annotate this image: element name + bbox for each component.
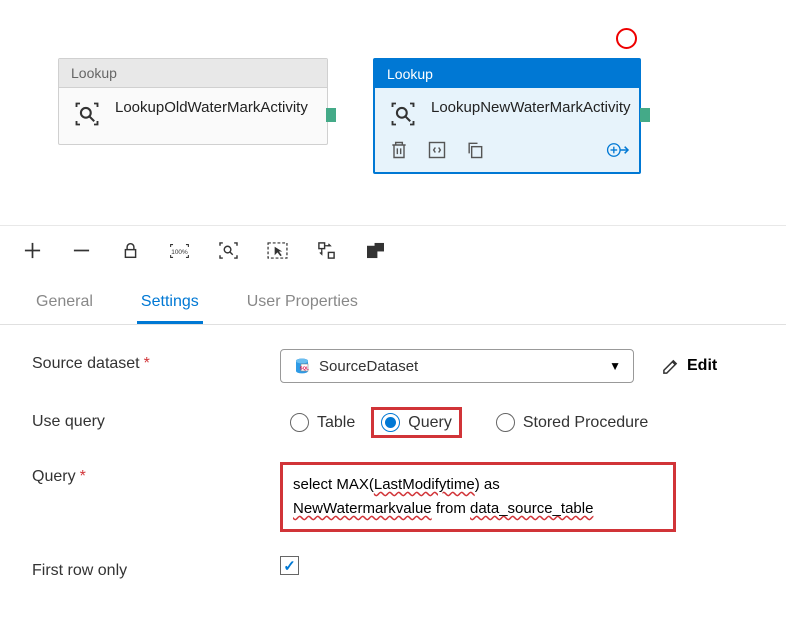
settings-panel: Source dataset* SQL SourceDataset ▼ Edit… [0,325,786,604]
source-dataset-value: SourceDataset [319,358,609,375]
minimap-icon[interactable] [365,240,386,261]
radio-table-label: Table [317,414,355,432]
radio-query-label: Query [408,414,452,432]
zoom-100-icon[interactable]: 100% [169,240,190,261]
source-dataset-label: Source dataset [32,355,140,372]
activity-lookup-newwatermark[interactable]: Lookup LookupNewWaterMarkActivity [373,58,641,174]
lock-icon[interactable] [120,240,141,261]
use-query-radio-group: Table Query Stored Procedure [280,407,658,438]
chevron-down-icon: ▼ [609,359,621,373]
edit-label: Edit [687,357,717,375]
tab-settings[interactable]: Settings [137,283,203,324]
add-next-icon[interactable] [605,140,625,160]
zoom-out-icon[interactable] [71,240,92,261]
zoom-in-icon[interactable] [22,240,43,261]
pencil-icon [662,358,679,375]
canvas-toolbar: 100% [0,225,786,275]
required-indicator: * [144,355,150,372]
use-query-label: Use query [32,407,280,431]
radio-icon [381,413,400,432]
checkmark-icon: ✓ [283,557,296,575]
activity-lookup-oldwatermark[interactable]: Lookup LookupOldWaterMarkActivity [58,58,328,145]
query-textarea[interactable]: select MAX(LastModifytime) as NewWaterma… [280,462,676,532]
highlight-circle [616,28,637,49]
activity-name: LookupNewWaterMarkActivity [431,98,631,118]
lookup-icon [389,100,417,128]
connector-output[interactable] [326,108,336,122]
sql-db-icon: SQL [293,357,311,375]
code-icon[interactable] [427,140,447,160]
copy-icon[interactable] [465,140,485,160]
first-row-only-checkbox[interactable]: ✓ [280,556,299,575]
edit-dataset-link[interactable]: Edit [662,357,717,375]
delete-icon[interactable] [389,140,409,160]
lookup-icon [73,100,101,128]
radio-stored-procedure[interactable]: Stored Procedure [486,407,658,438]
source-dataset-dropdown[interactable]: SQL SourceDataset ▼ [280,349,634,383]
radio-table[interactable]: Table [280,407,365,438]
tab-user-properties[interactable]: User Properties [243,283,362,324]
radio-icon [290,413,309,432]
required-indicator: * [80,468,86,485]
first-row-only-label: First row only [32,556,280,580]
radio-icon [496,413,515,432]
tab-general[interactable]: General [32,283,97,324]
activity-name: LookupOldWaterMarkActivity [115,98,308,118]
fit-to-screen-icon[interactable] [218,240,239,261]
activity-type-label: Lookup [59,59,327,88]
svg-text:SQL: SQL [300,366,310,371]
query-label: Query [32,468,76,485]
property-tabs: General Settings User Properties [0,275,786,325]
pipeline-canvas[interactable]: Lookup LookupOldWaterMarkActivity Lookup… [0,0,786,225]
radio-query[interactable]: Query [371,407,462,438]
radio-sp-label: Stored Procedure [523,414,648,432]
activity-type-label: Lookup [375,60,639,88]
svg-text:100%: 100% [171,249,188,256]
select-mode-icon[interactable] [267,240,288,261]
auto-align-icon[interactable] [316,240,337,261]
connector-output[interactable] [640,108,650,122]
